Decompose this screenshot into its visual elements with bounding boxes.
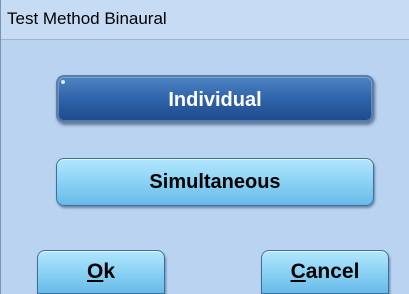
cancel-button-mnemonic: C [290,260,306,283]
individual-button-label: Individual [168,89,262,111]
dialog-title: Test Method Binaural [7,9,167,28]
simultaneous-button-label: Simultaneous [149,171,281,193]
cancel-button[interactable]: Cancel [261,250,389,294]
test-method-dialog: Test Method Binaural Individual Simultan… [0,0,409,294]
title-bar: Test Method Binaural [1,0,409,40]
ok-button-label-rest: k [103,260,116,283]
cancel-button-label-rest: ancel [305,260,360,283]
individual-button[interactable]: Individual [56,75,374,123]
focus-indicator [61,80,65,84]
ok-button-mnemonic: O [86,260,104,283]
simultaneous-button[interactable]: Simultaneous [56,158,374,206]
ok-button[interactable]: Ok [37,250,165,294]
